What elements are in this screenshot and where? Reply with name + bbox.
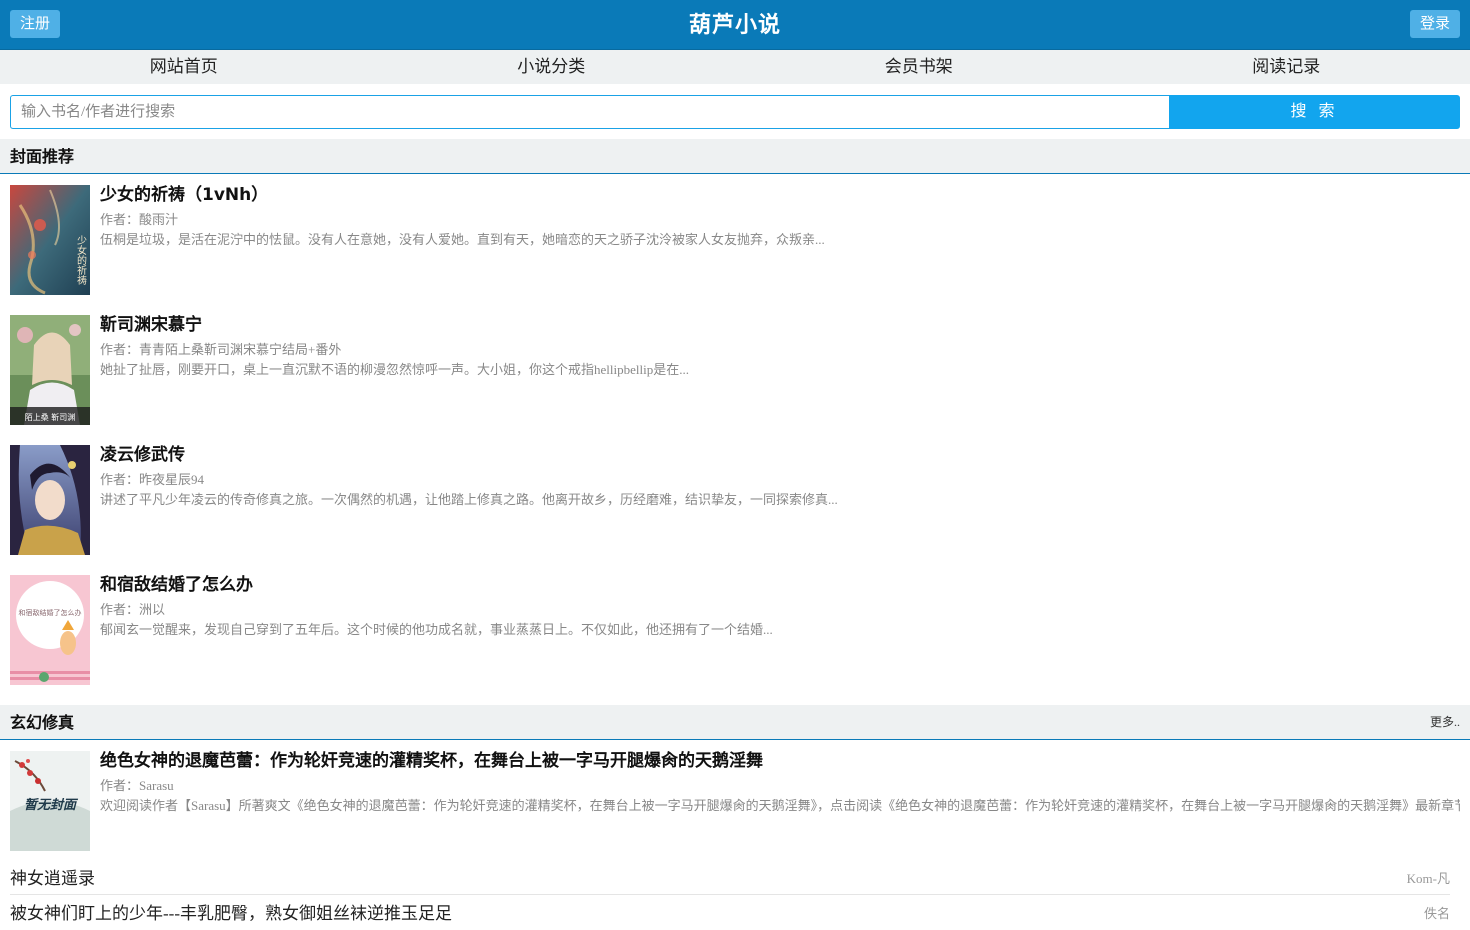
- section-title: 封面推荐: [10, 139, 74, 174]
- list-item-author: Kom-凡: [1407, 862, 1450, 895]
- book-item[interactable]: 凌云修武传 作者：昨夜星辰94 讲述了平凡少年凌云的传奇修真之旅。一次偶然的机遇…: [10, 445, 1460, 555]
- nav-item-home[interactable]: 网站首页: [0, 50, 368, 84]
- book-cover[interactable]: 陌上桑 靳司渊: [10, 315, 90, 425]
- book-description: 郁闻玄一觉醒来，发现自己穿到了五年后。这个时候的他功成名就，事业蒸蒸日上。不仅如…: [100, 622, 1460, 637]
- list-item[interactable]: 神女逍遥录 Kom-凡: [10, 862, 1450, 895]
- list-item-title[interactable]: 被女神们盯上的少年---丰乳肥臀，熟女御姐丝袜逆推玉足足: [10, 897, 452, 930]
- book-title[interactable]: 凌云修武传: [100, 445, 1460, 465]
- xuanhuan-section-header: 玄幻修真 更多..: [0, 705, 1470, 740]
- book-author: 作者：酸雨汁: [100, 212, 1460, 227]
- book-cover[interactable]: 和宿敌结婚了怎么办: [10, 575, 90, 685]
- book-title[interactable]: 绝色女神的退魔芭蕾：作为轮奸竞速的灌精奖杯，在舞台上被一字马开腿爆肏的天鹅淫舞: [100, 751, 1460, 771]
- cover-text: 暂无封面: [24, 797, 79, 813]
- cover-text: 少女的祈祷: [75, 235, 87, 285]
- nav-item-history[interactable]: 阅读记录: [1103, 50, 1470, 84]
- site-title[interactable]: 葫芦小说: [0, 0, 1470, 50]
- book-author: 作者：昨夜星辰94: [100, 472, 1460, 487]
- book-title[interactable]: 少女的祈祷（1vNh）: [100, 185, 1460, 205]
- book-item[interactable]: 陌上桑 靳司渊 靳司渊宋慕宁 作者：青青陌上桑靳司渊宋慕宁结局+番外 她扯了扯唇…: [10, 315, 1460, 425]
- search-bar: 搜 索: [10, 95, 1460, 129]
- search-input[interactable]: [10, 95, 1169, 129]
- main-nav: 网站首页 小说分类 会员书架 阅读记录: [0, 50, 1470, 84]
- list-item-title[interactable]: 神女逍遥录: [10, 862, 95, 895]
- list-item-author: 佚名: [1424, 897, 1450, 930]
- book-description: 讲述了平凡少年凌云的传奇修真之旅。一次偶然的机遇，让他踏上修真之路。他离开故乡，…: [100, 492, 1460, 507]
- book-description: 她扯了扯唇，刚要开口，桌上一直沉默不语的柳漫忽然惊呼一声。大小姐，你这个戒指he…: [100, 362, 1460, 377]
- book-item[interactable]: 暂无封面 绝色女神的退魔芭蕾：作为轮奸竞速的灌精奖杯，在舞台上被一字马开腿爆肏的…: [10, 751, 1460, 851]
- book-author: 作者：Sarasu: [100, 778, 1460, 793]
- book-item[interactable]: 和宿敌结婚了怎么办 和宿敌结婚了怎么办 作者：洲以 郁闻玄一觉醒来，发现自己穿到…: [10, 575, 1460, 685]
- nav-item-bookshelf[interactable]: 会员书架: [735, 50, 1103, 84]
- book-title[interactable]: 靳司渊宋慕宁: [100, 315, 1460, 335]
- book-cover[interactable]: [10, 445, 90, 555]
- search-button[interactable]: 搜 索: [1169, 95, 1460, 129]
- top-header-bar: 注册 葫芦小说 登录: [0, 0, 1470, 50]
- cover-text: 陌上桑 靳司渊: [25, 412, 76, 422]
- section-title: 玄幻修真: [10, 705, 74, 740]
- more-link[interactable]: 更多..: [1430, 705, 1460, 740]
- login-button[interactable]: 登录: [1410, 10, 1460, 38]
- book-title[interactable]: 和宿敌结婚了怎么办: [100, 575, 1460, 595]
- book-cover[interactable]: 暂无封面: [10, 751, 90, 851]
- book-description: 欢迎阅读作者【Sarasu】所著爽文《绝色女神的退魔芭蕾：作为轮奸竞速的灌精奖杯…: [100, 798, 1460, 813]
- cover-text: 和宿敌结婚了怎么办: [19, 608, 82, 617]
- book-author: 作者：洲以: [100, 602, 1460, 617]
- book-cover[interactable]: 少女的祈祷: [10, 185, 90, 295]
- list-item[interactable]: 被女神们盯上的少年---丰乳肥臀，熟女御姐丝袜逆推玉足足 佚名: [10, 897, 1450, 930]
- book-author: 作者：青青陌上桑靳司渊宋慕宁结局+番外: [100, 342, 1460, 357]
- featured-section-header: 封面推荐: [0, 139, 1470, 174]
- book-item[interactable]: 少女的祈祷 少女的祈祷（1vNh） 作者：酸雨汁 伍桐是垃圾，是活在泥泞中的怯鼠…: [10, 185, 1460, 295]
- book-description: 伍桐是垃圾，是活在泥泞中的怯鼠。没有人在意她，没有人爱她。直到有天，她暗恋的天之…: [100, 232, 1460, 247]
- nav-item-categories[interactable]: 小说分类: [368, 50, 736, 84]
